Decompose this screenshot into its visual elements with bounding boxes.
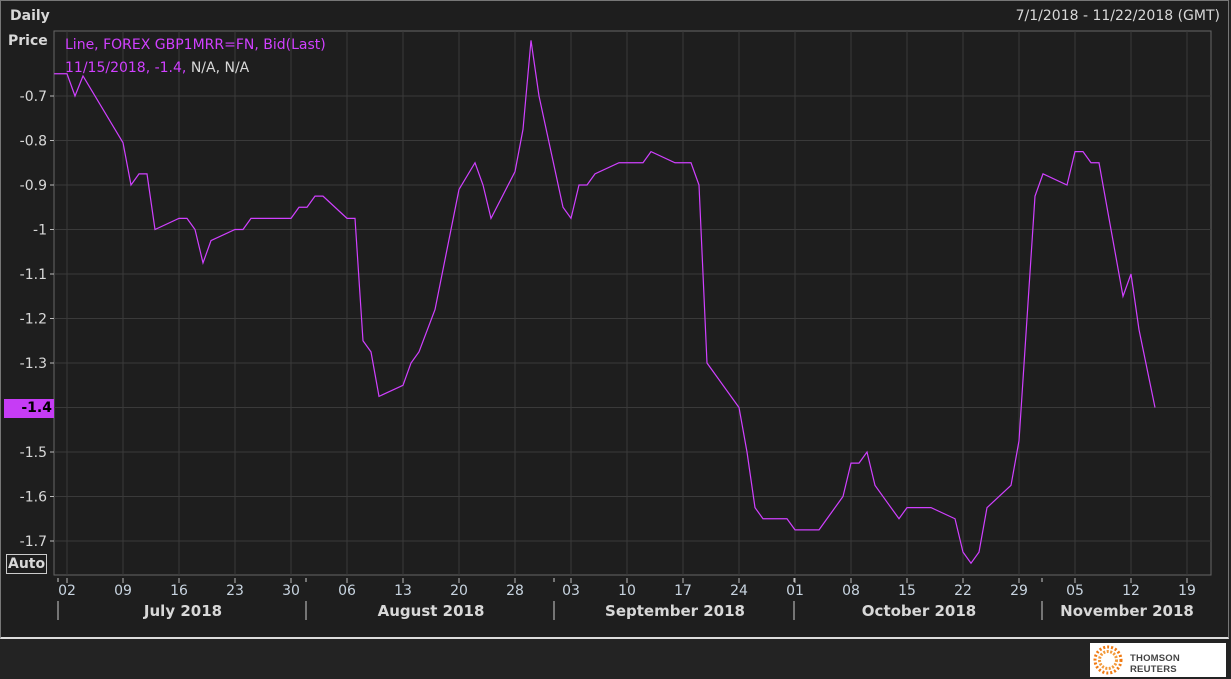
thomson-reuters-logo: THOMSON REUTERS <box>1090 643 1226 677</box>
x-tick-label: 08 <box>842 583 860 599</box>
last-value-marker: -1.4 <box>4 399 54 418</box>
x-tick-label: 22 <box>954 583 972 599</box>
price-chart[interactable]: -0.7 -0.8 -0.9 -1 -1.1 -1.2 -1.3 -1.4 -1.5 -1.6 -1… <box>1 1 1231 641</box>
month-label: September 2018 <box>605 602 745 620</box>
date-range: 7/1/2018 - 11/22/2018 (GMT) <box>1015 8 1220 24</box>
x-tick-label: 09 <box>114 583 132 599</box>
x-tick-label: 05 <box>1066 583 1084 599</box>
auto-scale-button[interactable]: Auto <box>6 554 48 574</box>
y-tick-label: -1.5 <box>20 445 47 461</box>
legend-readout: 11/15/2018, -1.4, <box>65 60 187 76</box>
reuters-dots-icon <box>1093 645 1123 675</box>
y-tick-label: -0.9 <box>20 178 47 194</box>
x-tick-label: 23 <box>226 583 244 599</box>
x-tick-label: 13 <box>394 583 412 599</box>
chart-title-price: Price <box>8 33 48 49</box>
x-tick-label: 16 <box>170 583 188 599</box>
y-tick-label: -1.1 <box>20 267 47 283</box>
y-tick-label: -1.7 <box>20 534 47 550</box>
x-tick-label: 20 <box>450 583 468 599</box>
legend-na: N/A, N/A <box>190 60 250 76</box>
x-tick-label: 29 <box>1010 583 1028 599</box>
x-tick-label: 30 <box>282 583 300 599</box>
x-tick-label: 06 <box>338 583 356 599</box>
x-tick-label: 03 <box>562 583 580 599</box>
x-tick-label: 10 <box>618 583 636 599</box>
x-tick-label: 12 <box>1122 583 1140 599</box>
x-tick-label: 17 <box>674 583 692 599</box>
y-tick-label: -0.8 <box>20 134 47 150</box>
y-tick-label: -1.2 <box>20 312 47 328</box>
y-tick-label: -1.3 <box>20 356 47 372</box>
chart-panel: -0.7 -0.8 -0.9 -1 -1.1 -1.2 -1.3 -1.4 -1.5 -1.6 -1… <box>0 0 1229 639</box>
x-tick-label: 02 <box>58 583 76 599</box>
y-tick-label: -1 <box>33 223 47 239</box>
month-label: August 2018 <box>378 602 485 620</box>
plot-area <box>53 30 1212 576</box>
month-label: November 2018 <box>1060 602 1194 620</box>
chart-window: -0.7 -0.8 -0.9 -1 -1.1 -1.2 -1.3 -1.4 -1.5 -1.6 -1… <box>0 0 1231 679</box>
x-tick-label: 01 <box>786 583 804 599</box>
legend-series: Line, FOREX GBP1MRR=FN, Bid(Last) <box>65 37 326 53</box>
month-label: July 2018 <box>143 602 222 620</box>
y-tick-label: -0.7 <box>20 89 47 105</box>
logo-text: THOMSON REUTERS <box>1130 653 1180 675</box>
month-label: October 2018 <box>862 602 976 620</box>
chart-title-daily: Daily <box>10 8 50 24</box>
x-tick-label: 24 <box>730 583 748 599</box>
y-tick-label: -1.6 <box>20 490 47 506</box>
x-tick-label: 15 <box>898 583 916 599</box>
x-tick-label: 28 <box>506 583 524 599</box>
x-tick-label: 19 <box>1178 583 1196 599</box>
